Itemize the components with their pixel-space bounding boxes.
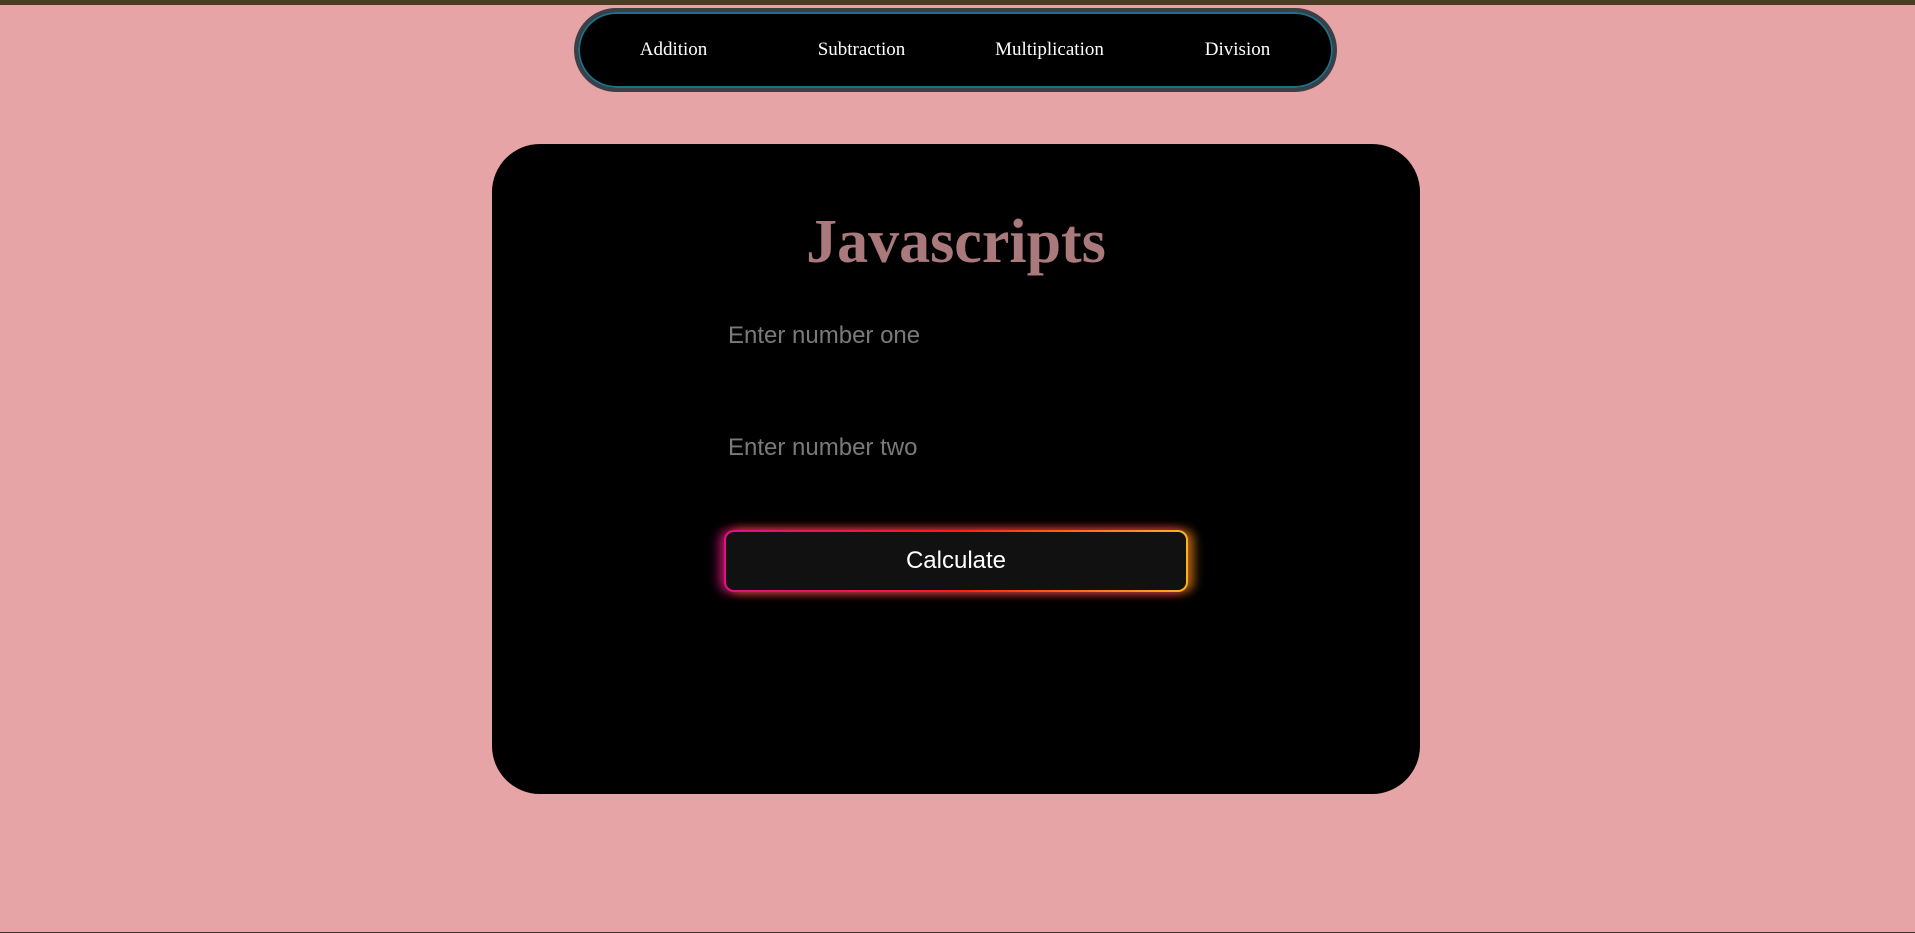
nav-item-division[interactable]: Division [1144,39,1332,61]
nav-item-multiplication[interactable]: Multiplication [956,39,1144,61]
page-title: Javascripts [806,208,1106,276]
nav-item-subtraction[interactable]: Subtraction [768,39,956,61]
calculate-button[interactable]: Calculate [724,530,1188,592]
number-two-input[interactable] [728,426,1188,470]
number-one-input[interactable] [728,314,1188,358]
top-border-strip [0,0,1915,5]
calculator-card: Javascripts Calculate [492,144,1420,794]
operation-nav: Addition Subtraction Multiplication Divi… [574,8,1337,92]
nav-item-addition[interactable]: Addition [580,39,768,61]
